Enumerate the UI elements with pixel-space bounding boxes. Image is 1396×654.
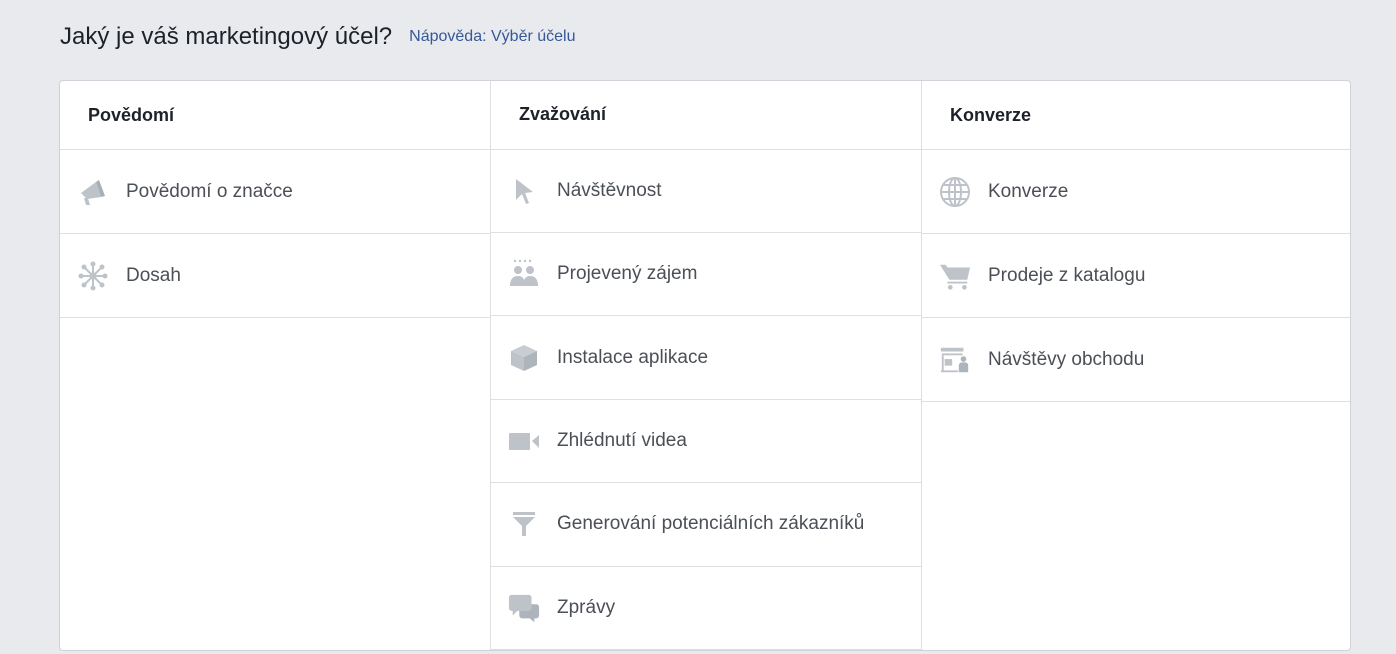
option-reach[interactable]: Dosah bbox=[60, 234, 490, 318]
option-brand-awareness[interactable]: Povědomí o značce bbox=[60, 150, 490, 234]
option-label: Zprávy bbox=[557, 596, 616, 618]
option-video-views[interactable]: Zhlédnutí videa bbox=[491, 400, 921, 484]
option-lead-generation[interactable]: Generování potenciálních zákazníků bbox=[491, 483, 921, 567]
option-label: Generování potenciálních zákazníků bbox=[557, 513, 865, 535]
box-app-icon bbox=[508, 342, 540, 374]
store-visit-icon bbox=[939, 344, 971, 376]
page-header: Jaký je váš marketingový účel? Nápověda:… bbox=[60, 20, 575, 54]
globe-icon bbox=[939, 176, 971, 208]
option-catalog-sales[interactable]: Prodeje z katalogu bbox=[922, 234, 1350, 318]
people-engagement-icon bbox=[508, 258, 540, 290]
option-app-installs[interactable]: Instalace aplikace bbox=[491, 316, 921, 400]
speech-bubbles-icon bbox=[508, 592, 540, 624]
column-header-consideration: Zvažování bbox=[491, 81, 921, 150]
option-label: Návštěvy obchodu bbox=[988, 348, 1145, 370]
shopping-cart-icon bbox=[939, 260, 971, 292]
help-link[interactable]: Nápověda: Výběr účelu bbox=[409, 28, 575, 46]
page-title: Jaký je váš marketingový účel? bbox=[60, 23, 393, 50]
column-consideration: Zvažování Návštěvnost Projevený zájem In… bbox=[491, 81, 922, 650]
column-header-conversion: Konverze bbox=[922, 81, 1350, 150]
option-label: Prodeje z katalogu bbox=[988, 264, 1146, 286]
option-label: Projevený zájem bbox=[557, 263, 698, 285]
network-reach-icon bbox=[77, 260, 109, 292]
column-header-awareness: Povědomí bbox=[60, 81, 490, 150]
option-conversions[interactable]: Konverze bbox=[922, 150, 1350, 234]
option-label: Návštěvnost bbox=[557, 179, 662, 201]
option-label: Instalace aplikace bbox=[557, 346, 709, 368]
column-conversion: Konverze Konverze Prodeje z katalogu Náv… bbox=[922, 81, 1350, 650]
option-label: Povědomí o značce bbox=[126, 180, 293, 202]
option-traffic[interactable]: Návštěvnost bbox=[491, 150, 921, 233]
option-label: Zhlédnutí videa bbox=[557, 429, 687, 451]
cursor-pointer-icon bbox=[508, 175, 540, 207]
option-label: Konverze bbox=[988, 180, 1069, 202]
option-store-visits[interactable]: Návštěvy obchodu bbox=[922, 318, 1350, 402]
objective-panel: Povědomí Povědomí o značce Dosah Zvažová… bbox=[59, 80, 1351, 651]
option-messages[interactable]: Zprávy bbox=[491, 567, 921, 650]
option-engagement[interactable]: Projevený zájem bbox=[491, 233, 921, 317]
column-awareness: Povědomí Povědomí o značce Dosah bbox=[60, 81, 491, 650]
funnel-icon bbox=[508, 508, 540, 540]
megaphone-icon bbox=[77, 176, 109, 208]
option-label: Dosah bbox=[126, 264, 181, 286]
video-camera-icon bbox=[508, 425, 540, 457]
